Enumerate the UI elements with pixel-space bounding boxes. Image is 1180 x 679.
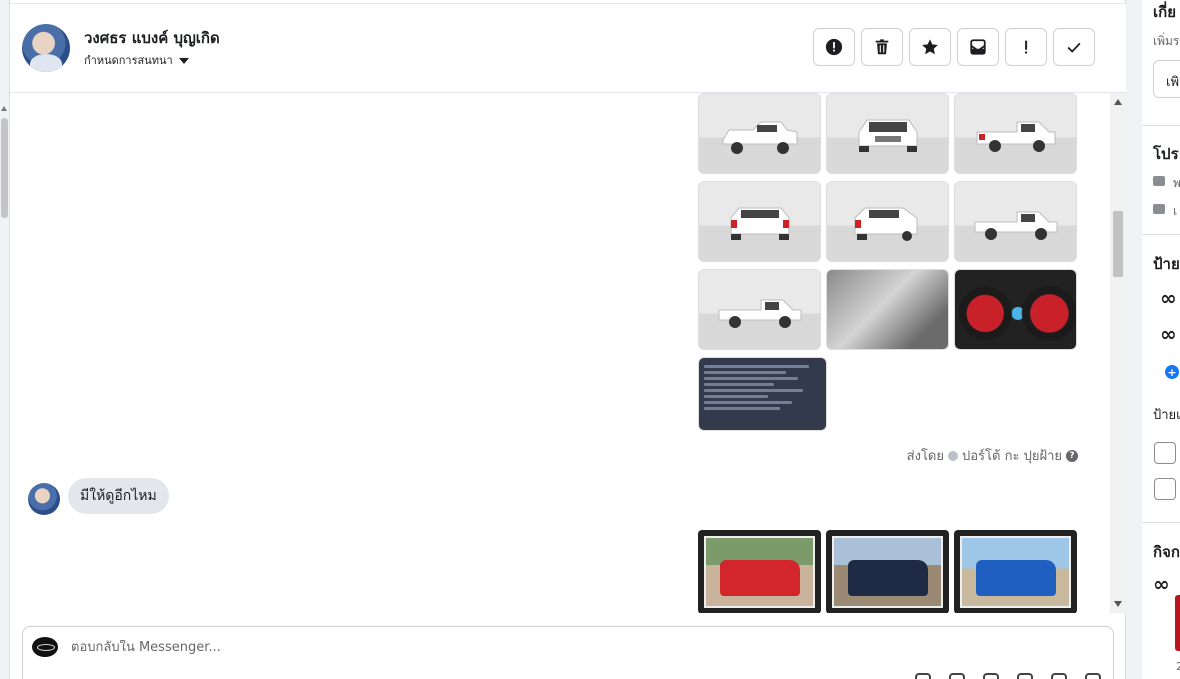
section-title-profile: โปร	[1153, 145, 1179, 163]
pickup-truck-image	[718, 299, 802, 328]
image-icon[interactable]	[983, 673, 999, 679]
meta-infinity-icon: ∞	[1160, 286, 1177, 310]
car-photo-thumbnail[interactable]	[954, 530, 1077, 613]
mailbox-icon	[970, 39, 986, 55]
car-photo-thumbnail[interactable]	[698, 530, 821, 613]
assign-label: กำหนดการสนทนา	[84, 54, 173, 67]
car-photo-thumbnail[interactable]	[954, 181, 1077, 262]
scroll-up-arrow-icon[interactable]	[1, 106, 7, 111]
section-title-activity: กิจก	[1153, 543, 1180, 561]
pickup-truck-image	[722, 121, 798, 154]
car-interior-thumbnail[interactable]	[826, 269, 949, 350]
sent-by-prefix: ส่งโดย	[906, 449, 944, 464]
conversation-header: วงศธร แบงค์ บุญเกิด กำหนดการสนทนา	[10, 3, 1126, 93]
car-photo-thumbnail[interactable]	[826, 181, 949, 262]
pickup-truck-image	[730, 207, 790, 240]
photo-frame	[832, 536, 943, 608]
alert-circle-icon	[825, 38, 843, 56]
section-title-labels: ป้าย	[1153, 255, 1180, 273]
profile-line: เ	[1173, 204, 1178, 218]
trash-icon	[875, 39, 889, 55]
car-photo-thumbnail[interactable]	[826, 530, 949, 613]
dark-pickup-image	[848, 560, 928, 596]
verified-check-icon	[948, 450, 958, 461]
star-button[interactable]	[909, 28, 951, 66]
divider	[1142, 234, 1180, 235]
car-photo-thumbnail[interactable]	[698, 181, 821, 262]
label-checkbox[interactable]	[1154, 478, 1176, 500]
car-photo-thumbnail[interactable]	[698, 269, 821, 350]
follow-up-button[interactable]	[1005, 28, 1047, 66]
scroll-down-arrow-icon[interactable]	[1114, 601, 1122, 607]
composer-toolbar	[915, 673, 1101, 679]
photo-frame	[960, 536, 1071, 608]
meta-infinity-icon: ∞	[1160, 322, 1177, 346]
gif-icon[interactable]	[1051, 673, 1067, 679]
pickup-truck-image	[976, 121, 1056, 152]
label-subtitle: ป้ายเ	[1153, 408, 1180, 423]
done-button[interactable]	[1053, 28, 1095, 66]
page-avatar	[32, 637, 58, 657]
add-details-button[interactable]: เพิ	[1153, 60, 1180, 98]
red-pickup-image	[720, 560, 800, 596]
sent-by-line: ส่งโดย ปอร์โต้ กะ ปุยฝ้าย ?	[907, 445, 1078, 466]
section-title-about: เกี่ย	[1153, 3, 1176, 21]
message-list[interactable]: ส่งโดย ปอร์โต้ กะ ปุยฝ้าย ? มีให้ดูอีกไห…	[10, 93, 1126, 613]
app-window: วงศธร แบงค์ บุญเกิด กำหนดการสนทนา ส่งโดย…	[0, 0, 1180, 679]
reply-composer	[22, 626, 1114, 679]
conversation-panel: วงศธร แบงค์ บุญเกิด กำหนดการสนทนา ส่งโดย…	[10, 0, 1126, 679]
sent-by-name[interactable]: ปอร์โต้ กะ ปุยฝ้าย	[962, 445, 1062, 466]
pickup-truck-image	[974, 211, 1058, 240]
blue-pickup-image	[976, 560, 1056, 596]
dashboard-gauge-thumbnail[interactable]	[954, 269, 1077, 350]
saved-reply-icon[interactable]	[915, 673, 931, 679]
incoming-message-bubble[interactable]: มีให้ดูอีกไหม	[68, 478, 169, 514]
scrollbar-thumb[interactable]	[1113, 211, 1123, 277]
profile-line: พ	[1173, 176, 1180, 190]
scrollbar-thumb[interactable]	[1, 118, 8, 218]
scroll-up-arrow-icon[interactable]	[1114, 99, 1122, 105]
car-photo-thumbnail[interactable]	[826, 93, 949, 174]
activity-count: 2	[1176, 660, 1180, 673]
add-label-icon[interactable]: +	[1165, 365, 1179, 379]
mark-unread-button[interactable]	[957, 28, 999, 66]
contact-details-panel: เกี่ย เพิ่มร เพิ โปร พ เ ป้าย ∞ ∞ + ป้าย…	[1127, 0, 1180, 679]
left-scrollbar[interactable]	[0, 0, 10, 679]
exclamation-icon	[1025, 40, 1028, 54]
sender-avatar[interactable]	[28, 483, 60, 515]
star-icon	[922, 39, 938, 55]
meta-infinity-icon: ∞	[1153, 572, 1170, 596]
reply-input[interactable]	[71, 640, 871, 655]
education-icon	[1153, 204, 1165, 214]
activity-thumbnail[interactable]	[1175, 595, 1180, 651]
message-scrollbar[interactable]	[1110, 93, 1126, 613]
emoji-icon[interactable]	[1017, 673, 1033, 679]
attach-icon[interactable]	[949, 673, 965, 679]
contact-name[interactable]: วงศธร แบงค์ บุญเกิด	[84, 26, 220, 50]
car-photo-thumbnail[interactable]	[698, 93, 821, 174]
delete-button[interactable]	[861, 28, 903, 66]
divider	[1142, 522, 1180, 523]
pickup-truck-image	[854, 207, 918, 241]
assign-conversation-dropdown[interactable]: กำหนดการสนทนา	[84, 51, 189, 69]
work-icon	[1153, 176, 1165, 186]
document-screenshot-thumbnail[interactable]	[698, 357, 827, 431]
header-actions	[813, 28, 1095, 66]
car-photo-thumbnail[interactable]	[954, 93, 1077, 174]
photo-frame	[704, 536, 815, 608]
contact-avatar[interactable]	[22, 24, 70, 72]
section-subtitle: เพิ่มร	[1153, 34, 1180, 48]
caret-down-icon	[178, 58, 189, 64]
pickup-truck-image	[858, 119, 918, 152]
spam-button[interactable]	[813, 28, 855, 66]
divider	[1142, 125, 1180, 126]
label-checkbox[interactable]	[1154, 442, 1176, 464]
check-icon	[1067, 42, 1081, 53]
like-icon[interactable]	[1085, 673, 1101, 679]
help-icon[interactable]: ?	[1066, 449, 1078, 462]
